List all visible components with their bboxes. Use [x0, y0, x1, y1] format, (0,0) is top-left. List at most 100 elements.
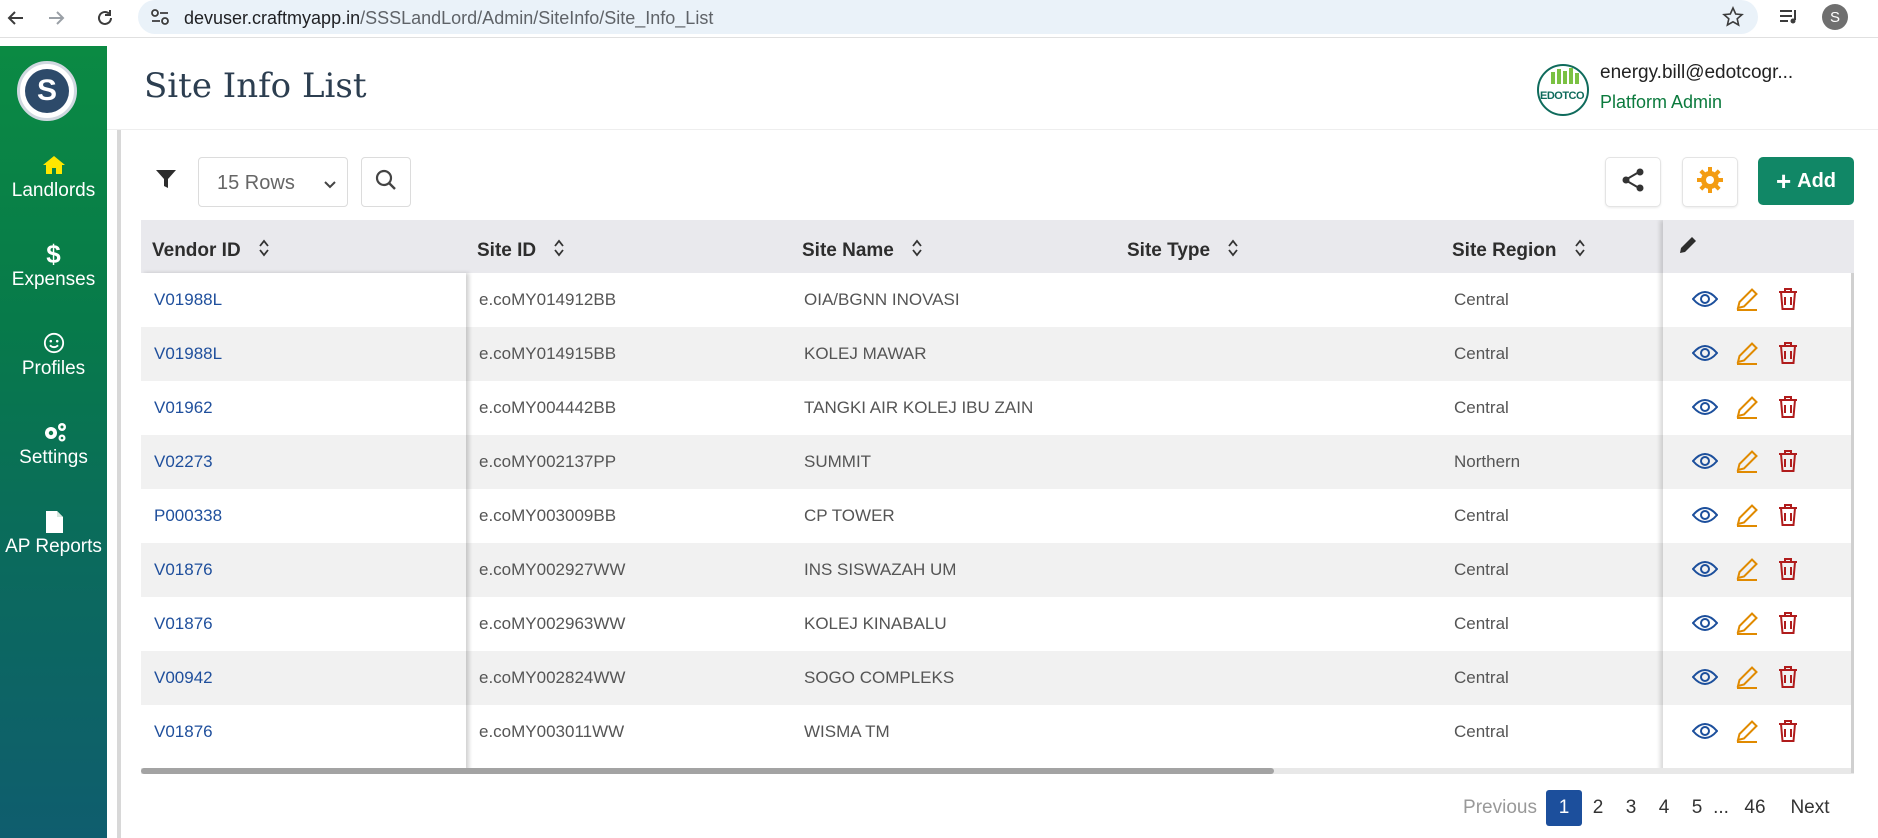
site-id-cell: e.coMY014912BB [479, 290, 617, 309]
vendor-id-link[interactable]: V01988L [154, 290, 222, 310]
table-row[interactable]: V01988L e.coMY014915BB KOLEJ MAWAR Central [141, 327, 1854, 381]
view-icon[interactable] [1691, 448, 1719, 474]
delete-icon[interactable] [1775, 502, 1801, 528]
share-button[interactable] [1605, 157, 1661, 207]
table-row[interactable]: V00942 e.coMY002824WW SOGO COMPLEKS Central [141, 651, 1854, 705]
pagination-page-last[interactable]: 46 [1735, 790, 1775, 826]
pagination-page-3[interactable]: 3 [1614, 790, 1648, 826]
sort-icon[interactable] [911, 238, 923, 264]
app-logo[interactable]: S [17, 61, 77, 121]
site-name-cell: SOGO COMPLEKS [804, 668, 955, 687]
delete-icon[interactable] [1775, 340, 1801, 366]
view-icon[interactable] [1691, 556, 1719, 582]
vendor-id-link[interactable]: V01962 [154, 398, 213, 418]
edit-icon[interactable] [1734, 610, 1760, 636]
vendor-id-link[interactable]: V01988L [154, 344, 222, 364]
view-icon[interactable] [1691, 718, 1719, 744]
edit-icon[interactable] [1734, 502, 1760, 528]
media-controls-icon[interactable] [1778, 7, 1800, 32]
sort-icon[interactable] [258, 238, 270, 264]
delete-icon[interactable] [1775, 556, 1801, 582]
content-divider [117, 130, 121, 838]
pagination-page-2[interactable]: 2 [1581, 790, 1615, 826]
vendor-id-link[interactable]: V01876 [154, 722, 213, 742]
user-email[interactable]: energy.bill@edotcogr... [1600, 62, 1793, 84]
sidebar-item-expenses[interactable]: $ Expenses [0, 241, 107, 291]
sort-icon[interactable] [553, 238, 565, 264]
vertical-scrollbar[interactable] [1851, 273, 1854, 773]
sidebar-item-settings[interactable]: Settings [0, 421, 107, 469]
delete-icon[interactable] [1775, 718, 1801, 744]
column-header-site-id[interactable]: Site ID [477, 220, 565, 273]
vendor-id-link[interactable]: V02273 [154, 452, 213, 472]
sidebar-item-ap-reports[interactable]: AP Reports [0, 510, 107, 558]
bookmark-star-icon[interactable] [1722, 6, 1744, 33]
table-row[interactable]: P000338 e.coMY003009BB CP TOWER Central [141, 489, 1854, 543]
table-row[interactable]: V01962 e.coMY004442BB TANGKI AIR KOLEJ IBU… [141, 381, 1854, 435]
site-name-cell: KOLEJ KINABALU [804, 614, 947, 633]
view-icon[interactable] [1691, 286, 1719, 312]
settings-button[interactable] [1682, 157, 1738, 207]
pagination-page-4[interactable]: 4 [1647, 790, 1681, 826]
sort-icon[interactable] [1227, 238, 1239, 264]
delete-icon[interactable] [1775, 448, 1801, 474]
browser-profile-avatar[interactable]: S [1822, 4, 1848, 30]
column-header-site-region[interactable]: Site Region [1452, 220, 1586, 273]
edit-icon[interactable] [1734, 340, 1760, 366]
edit-icon[interactable] [1734, 448, 1760, 474]
table-row[interactable]: V02273 e.coMY002137PP SUMMIT Northern [141, 435, 1854, 489]
site-region-cell: Central [1454, 398, 1509, 417]
add-button[interactable]: + Add [1758, 157, 1854, 205]
edit-icon[interactable] [1734, 718, 1760, 744]
view-icon[interactable] [1691, 340, 1719, 366]
pagination-page-1[interactable]: 1 [1546, 790, 1582, 826]
view-icon[interactable] [1691, 502, 1719, 528]
reload-icon[interactable] [91, 4, 119, 32]
view-icon[interactable] [1691, 610, 1719, 636]
delete-icon[interactable] [1775, 286, 1801, 312]
gears-icon [41, 421, 67, 443]
horizontal-scrollbar-thumb[interactable] [141, 768, 1274, 774]
pagination-next[interactable]: Next [1782, 790, 1838, 826]
sidebar-item-landlords[interactable]: Landlords [0, 154, 107, 202]
sidebar-item-profiles[interactable]: Profiles [0, 332, 107, 380]
table-row[interactable]: V01988L e.coMY014912BB OIA/BGNN INOVASI Cen… [141, 273, 1854, 327]
search-button[interactable] [361, 157, 411, 207]
url-path: /SSSLandLord/Admin/SiteInfo/Site_Info_Li… [360, 8, 714, 28]
rows-per-page-select[interactable]: 15 Rows [198, 157, 348, 207]
site-region-cell: Central [1454, 506, 1509, 525]
filter-icon[interactable] [155, 168, 177, 195]
back-arrow-icon[interactable] [2, 4, 30, 32]
site-region-cell: Central [1454, 344, 1509, 363]
vendor-id-link[interactable]: P000338 [154, 506, 222, 526]
column-header-vendor-id[interactable]: Vendor ID [152, 220, 270, 273]
table-row[interactable]: V01876 e.coMY002963WW KOLEJ KINABALU Centra… [141, 597, 1854, 651]
edit-icon[interactable] [1734, 664, 1760, 690]
page-header: Site Info List EDOTCO energy.bill@edotco… [107, 46, 1878, 130]
edit-icon[interactable] [1734, 286, 1760, 312]
logo-letter: S [25, 69, 69, 113]
view-icon[interactable] [1691, 394, 1719, 420]
table-row[interactable]: V01876 e.coMY003011WW WISMA TM Central [141, 705, 1854, 759]
search-icon [374, 168, 398, 197]
delete-icon[interactable] [1775, 394, 1801, 420]
user-avatar[interactable]: EDOTCO [1537, 64, 1589, 116]
vendor-id-link[interactable]: V01876 [154, 560, 213, 580]
pencil-icon [1677, 237, 1699, 261]
vendor-id-link[interactable]: V01876 [154, 614, 213, 634]
delete-icon[interactable] [1775, 610, 1801, 636]
edit-icon[interactable] [1734, 394, 1760, 420]
delete-icon[interactable] [1775, 664, 1801, 690]
sort-icon[interactable] [1574, 238, 1586, 264]
site-region-cell: Central [1454, 560, 1509, 579]
pagination-previous[interactable]: Previous [1460, 790, 1540, 826]
vendor-id-link[interactable]: V00942 [154, 668, 213, 688]
edit-icon[interactable] [1734, 556, 1760, 582]
view-icon[interactable] [1691, 664, 1719, 690]
table-row[interactable]: V01876 e.coMY002927WW INS SISWAZAH UM Centr… [141, 543, 1854, 597]
column-header-site-type[interactable]: Site Type [1127, 220, 1239, 273]
forward-arrow-icon[interactable] [42, 4, 70, 32]
column-header-site-name[interactable]: Site Name [802, 220, 923, 273]
sidebar-item-label: Settings [19, 447, 88, 468]
site-info-icon[interactable] [150, 8, 170, 31]
